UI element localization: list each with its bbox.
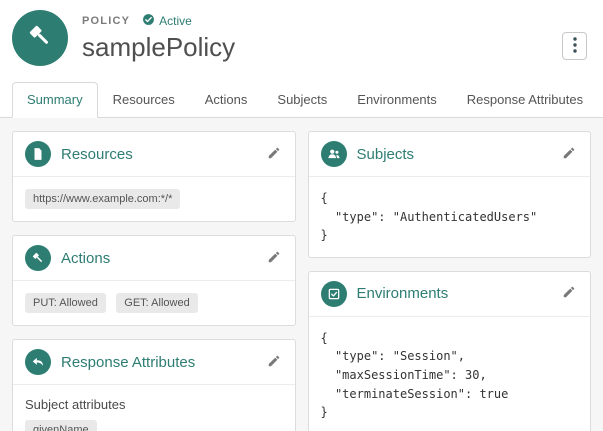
edit-actions-button[interactable] <box>265 248 283 269</box>
page-header: POLICY Active samplePolicy <box>0 0 603 66</box>
page-title: samplePolicy <box>82 32 236 62</box>
response-attribute-chip: givenName <box>25 420 97 431</box>
card-title: Actions <box>61 249 111 267</box>
subjects-json: { "type": "AuthenticatedUsers" } <box>320 191 538 243</box>
gavel-icon <box>25 245 51 271</box>
card-title: Response Attributes <box>61 353 196 371</box>
card-title: Subjects <box>356 145 415 163</box>
pencil-icon <box>562 285 576 302</box>
response-attributes-card: Response Attributes Subject attributes g… <box>12 339 296 431</box>
summary-content: Resources https://www.example.com:*/* Ac… <box>0 118 603 431</box>
edit-environments-button[interactable] <box>560 283 578 304</box>
reply-arrow-icon <box>25 349 51 375</box>
tab-summary[interactable]: Summary <box>12 82 98 118</box>
tab-resources[interactable]: Resources <box>98 82 190 118</box>
tab-subjects[interactable]: Subjects <box>262 82 342 118</box>
card-title: Resources <box>61 145 133 163</box>
resource-chip: https://www.example.com:*/* <box>25 189 181 209</box>
entity-type-label: POLICY <box>82 15 131 27</box>
resources-card: Resources https://www.example.com:*/* <box>12 131 296 222</box>
tab-response-attributes[interactable]: Response Attributes <box>452 82 598 118</box>
pencil-icon <box>267 354 281 371</box>
tab-bar: Summary Resources Actions Subjects Envir… <box>0 82 603 118</box>
policy-avatar <box>12 10 68 66</box>
card-title: Environments <box>356 285 449 303</box>
edit-response-attributes-button[interactable] <box>265 352 283 373</box>
action-chip: PUT: Allowed <box>25 293 106 313</box>
subject-attributes-label: Subject attributes <box>25 397 126 412</box>
gavel-icon <box>26 22 54 55</box>
pencil-icon <box>562 146 576 163</box>
action-chip: GET: Allowed <box>116 293 198 313</box>
more-options-button[interactable] <box>562 32 587 60</box>
edit-resources-button[interactable] <box>265 144 283 165</box>
environments-card: Environments { "type": "Session", "maxSe… <box>307 270 591 431</box>
right-column: Subjects { "type": "AuthenticatedUsers" … <box>307 131 591 431</box>
environments-json: { "type": "Session", "maxSessionTime": 3… <box>320 330 509 420</box>
file-icon <box>25 141 51 167</box>
pencil-icon <box>267 146 281 163</box>
left-column: Resources https://www.example.com:*/* Ac… <box>12 131 296 431</box>
tab-actions[interactable]: Actions <box>190 82 263 118</box>
check-circle-icon <box>142 13 155 29</box>
policy-page: POLICY Active samplePolicy Summary Resou… <box>0 0 603 431</box>
users-icon <box>320 141 347 167</box>
subjects-card: Subjects { "type": "AuthenticatedUsers" … <box>307 131 591 258</box>
kebab-menu-icon <box>572 36 577 56</box>
check-square-icon <box>320 280 347 307</box>
actions-card: Actions PUT: Allowed GET: Allowed <box>12 235 296 326</box>
status-label: Active <box>159 14 192 28</box>
tab-environments[interactable]: Environments <box>342 82 451 118</box>
pencil-icon <box>267 250 281 267</box>
status-badge: Active <box>142 13 192 29</box>
edit-subjects-button[interactable] <box>560 144 578 165</box>
